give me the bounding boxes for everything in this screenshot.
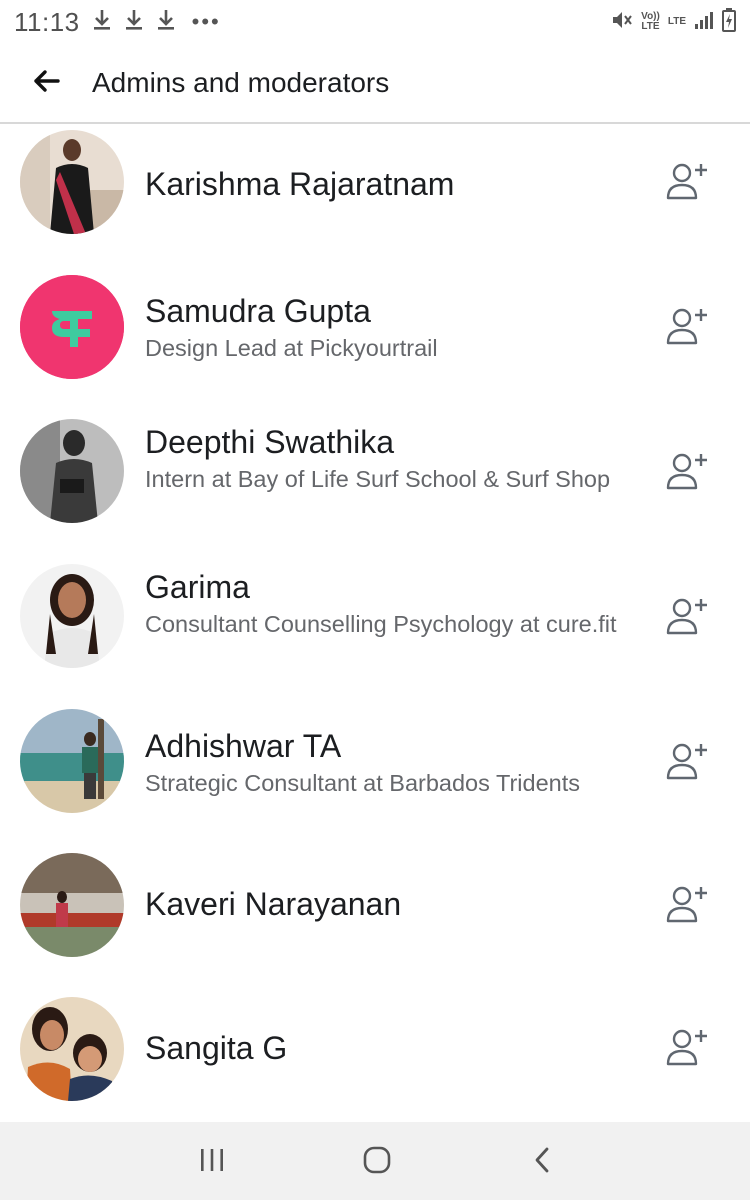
member-subtitle: Intern at Bay of Life Surf School & Surf… xyxy=(145,466,611,492)
back-nav-button[interactable] xyxy=(522,1142,562,1182)
add-friend-button[interactable] xyxy=(664,307,712,351)
avatar[interactable] xyxy=(20,130,124,234)
add-friend-button[interactable] xyxy=(664,452,712,496)
member-name: Kaveri Narayanan xyxy=(145,886,402,922)
mute-icon xyxy=(611,9,633,36)
member-name: Deepthi Swathika xyxy=(145,424,395,460)
member-name: Sangita G xyxy=(145,1030,288,1066)
list-item[interactable]: Kaveri Narayanan xyxy=(0,851,750,991)
recent-apps-icon xyxy=(198,1147,226,1178)
list-item[interactable]: Karishma Rajaratnam xyxy=(0,126,750,256)
list-item[interactable]: Deepthi Swathika Intern at Bay of Life S… xyxy=(0,416,750,556)
avatar[interactable] xyxy=(20,564,124,668)
add-friend-button[interactable] xyxy=(664,742,712,786)
member-name: Karishma Rajaratnam xyxy=(145,166,455,202)
add-person-icon xyxy=(666,742,710,787)
arrow-left-icon xyxy=(32,69,60,98)
home-icon xyxy=(362,1145,392,1180)
add-friend-button[interactable] xyxy=(664,597,712,641)
recent-apps-button[interactable] xyxy=(192,1142,232,1182)
home-button[interactable] xyxy=(357,1142,397,1182)
back-chevron-icon xyxy=(532,1146,552,1179)
member-subtitle: Strategic Consultant at Barbados Trident… xyxy=(145,770,580,796)
add-person-icon xyxy=(666,307,710,352)
add-friend-button[interactable] xyxy=(664,885,712,929)
avatar[interactable] xyxy=(20,853,124,957)
avatar[interactable] xyxy=(20,997,124,1101)
member-name: Samudra Gupta xyxy=(145,293,371,329)
lte-indicator: LTE xyxy=(667,16,686,27)
add-person-icon xyxy=(666,885,710,930)
add-person-icon xyxy=(666,162,710,207)
list-item[interactable]: Garima Consultant Counselling Psychology… xyxy=(0,561,750,701)
status-time: 11:13 xyxy=(14,6,80,37)
page-title: Admins and moderators xyxy=(92,67,390,98)
download-icon xyxy=(92,8,112,37)
download-icon xyxy=(124,8,144,37)
member-name: Garima xyxy=(145,569,250,605)
volte-indicator: Vo)) LTE xyxy=(641,11,660,32)
avatar[interactable] xyxy=(20,419,124,523)
add-person-icon xyxy=(666,597,710,642)
more-notifications-icon: ••• xyxy=(191,9,221,34)
list-item[interactable]: Sangita G xyxy=(0,994,750,1122)
add-person-icon xyxy=(666,1028,710,1073)
add-person-icon xyxy=(666,452,710,497)
app-header: Admins and moderators xyxy=(0,44,750,124)
status-bar: 11:13 ••• Vo)) LTE LTE xyxy=(0,0,750,44)
back-button[interactable] xyxy=(0,43,92,123)
signal-icon xyxy=(694,10,714,35)
add-friend-button[interactable] xyxy=(664,162,712,206)
download-icon xyxy=(156,8,176,37)
system-nav-bar xyxy=(0,1122,750,1200)
battery-charging-icon xyxy=(722,7,736,37)
add-friend-button[interactable] xyxy=(664,1028,712,1072)
member-name: Adhishwar TA xyxy=(145,728,342,764)
avatar[interactable] xyxy=(20,709,124,813)
list-item[interactable]: Adhishwar TA Strategic Consultant at Bar… xyxy=(0,706,750,846)
list-item[interactable]: Samudra Gupta Design Lead at Pickyourtra… xyxy=(0,271,750,406)
avatar[interactable] xyxy=(20,275,124,379)
member-subtitle: Consultant Counselling Psychology at cur… xyxy=(145,611,617,637)
member-subtitle: Design Lead at Pickyourtrail xyxy=(145,335,438,361)
